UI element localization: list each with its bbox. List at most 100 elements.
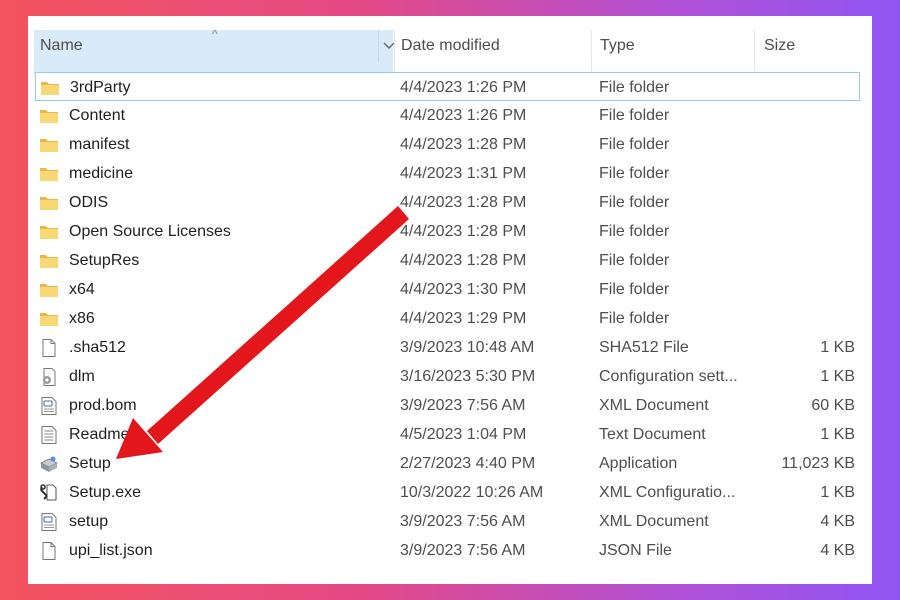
file-name: Content [69, 107, 126, 124]
folder-icon [39, 309, 59, 329]
file-name: SetupRes [69, 252, 140, 269]
file-type: File folder [599, 223, 670, 240]
file-name-cell[interactable]: manifest [39, 130, 129, 159]
file-row[interactable]: Readme 4/5/2023 1:04 PM Text Document 1 KB [28, 420, 872, 449]
column-header-size-label: Size [764, 37, 796, 54]
file-row[interactable]: prod.bom 3/9/2023 7:56 AM XML Document 60 K… [28, 391, 872, 420]
file-date-modified: 4/4/2023 1:29 PM [400, 310, 527, 327]
file-name-cell[interactable]: upi_list.json [39, 536, 153, 565]
file-date-modified: 4/4/2023 1:28 PM [400, 194, 527, 211]
file-size: 1 KB [820, 426, 855, 443]
folder-icon [39, 251, 59, 271]
column-header-type[interactable]: Type [591, 30, 754, 76]
file-row[interactable]: Setup 2/27/2023 4:40 PM Application 11,023 … [28, 449, 872, 478]
file-name-cell[interactable]: x86 [39, 304, 95, 333]
file-type: File folder [599, 194, 670, 211]
file-type: XML Document [599, 397, 709, 414]
file-name-cell[interactable]: ODIS [39, 188, 108, 217]
file-name: x86 [69, 310, 95, 327]
file-row[interactable]: Open Source Licenses 4/4/2023 1:28 PM File… [28, 217, 872, 246]
file-row[interactable]: upi_list.json 3/9/2023 7:56 AM JSON File 4 … [28, 536, 872, 565]
file-name: Setup [69, 455, 111, 472]
column-header-date-modified[interactable]: Date modified [394, 30, 591, 76]
file-name: prod.bom [69, 397, 137, 414]
file-size: 4 KB [820, 542, 855, 559]
column-header-type-label: Type [600, 37, 635, 54]
file-row[interactable]: SetupRes 4/4/2023 1:28 PM File folder [28, 246, 872, 275]
file-row[interactable]: x86 4/4/2023 1:29 PM File folder [28, 304, 872, 333]
folder-icon [40, 78, 60, 98]
file-row[interactable]: Content 4/4/2023 1:26 PM File folder [28, 101, 872, 130]
file-type: JSON File [599, 542, 672, 559]
file-name-cell[interactable]: Content [39, 101, 125, 130]
file-row[interactable]: medicine 4/4/2023 1:31 PM File folder [28, 159, 872, 188]
column-header-name-label: Name [40, 37, 83, 54]
sort-ascending-icon: ^ [212, 27, 218, 41]
file-type: XML Configuratio... [599, 484, 736, 501]
file-date-modified: 3/16/2023 5:30 PM [400, 368, 536, 385]
file-name: Open Source Licenses [69, 223, 231, 240]
file-name-cell[interactable]: medicine [39, 159, 133, 188]
file-name-cell[interactable]: Setup [39, 449, 111, 478]
xml-file-icon [39, 396, 59, 416]
folder-icon [39, 106, 59, 126]
file-name-cell[interactable]: SetupRes [39, 246, 139, 275]
folder-icon [39, 193, 59, 213]
file-name-cell[interactable]: 3rdParty [40, 73, 130, 102]
file-size: 1 KB [820, 368, 855, 385]
file-name-cell[interactable]: prod.bom [39, 391, 137, 420]
file-date-modified: 4/4/2023 1:30 PM [400, 281, 527, 298]
file-row[interactable]: dlm 3/16/2023 5:30 PM Configuration sett..… [28, 362, 872, 391]
file-row[interactable]: Setup.exe 10/3/2022 10:26 AM XML Configura… [28, 478, 872, 507]
file-name-cell[interactable]: dlm [39, 362, 95, 391]
file-row[interactable]: x64 4/4/2023 1:30 PM File folder [28, 275, 872, 304]
file-name: medicine [69, 165, 134, 182]
file-type: File folder [599, 79, 670, 96]
file-type: Configuration sett... [599, 368, 738, 385]
file-date-modified: 4/4/2023 1:31 PM [400, 165, 527, 182]
file-name-cell[interactable]: x64 [39, 275, 95, 304]
file-list: 3rdParty 4/4/2023 1:26 PM File folder Conte… [28, 72, 872, 565]
folder-icon [39, 135, 59, 155]
file-type: File folder [599, 252, 670, 269]
folder-icon [39, 164, 59, 184]
file-name: manifest [69, 136, 130, 153]
file-type: Text Document [599, 426, 706, 443]
file-date-modified: 2/27/2023 4:40 PM [400, 455, 536, 472]
file-name-cell[interactable]: Readme [39, 420, 129, 449]
file-date-modified: 4/4/2023 1:28 PM [400, 223, 527, 240]
file-type: File folder [599, 107, 670, 124]
text-file-icon [39, 425, 59, 445]
file-type: SHA512 File [599, 339, 689, 356]
file-date-modified: 4/4/2023 1:28 PM [400, 252, 527, 269]
column-header-size[interactable]: Size [754, 30, 864, 76]
column-header-date-label: Date modified [401, 37, 500, 54]
file-row[interactable]: setup 3/9/2023 7:56 AM XML Document 4 KB [28, 507, 872, 536]
file-size: 4 KB [820, 513, 855, 530]
file-row[interactable]: ODIS 4/4/2023 1:28 PM File folder [28, 188, 872, 217]
file-name-cell[interactable]: setup [39, 507, 108, 536]
file-name: upi_list.json [69, 542, 153, 559]
file-size: 1 KB [820, 339, 855, 356]
file-name: Readme [69, 426, 130, 443]
file-type: File folder [599, 136, 670, 153]
blank-file-icon [39, 338, 59, 358]
file-row[interactable]: .sha512 3/9/2023 10:48 AM SHA512 File 1 KB [28, 333, 872, 362]
file-date-modified: 4/4/2023 1:26 PM [400, 107, 527, 124]
blank-file-icon [39, 541, 59, 561]
file-name-cell[interactable]: Setup.exe [39, 478, 141, 507]
file-name: Setup.exe [69, 484, 142, 501]
file-size: 1 KB [820, 484, 855, 501]
file-name: setup [69, 513, 109, 530]
column-header-name[interactable]: Name ^ [34, 27, 395, 76]
file-date-modified: 3/9/2023 7:56 AM [400, 513, 526, 530]
xml-file-icon [39, 512, 59, 532]
config-file-icon [39, 367, 59, 387]
file-name: 3rdParty [70, 79, 131, 96]
file-name-cell[interactable]: Open Source Licenses [39, 217, 231, 246]
file-row[interactable]: manifest 4/4/2023 1:28 PM File folder [28, 130, 872, 159]
file-name-cell[interactable]: .sha512 [39, 333, 126, 362]
file-row[interactable]: 3rdParty 4/4/2023 1:26 PM File folder [35, 72, 860, 101]
folder-icon [39, 222, 59, 242]
file-type: XML Document [599, 513, 709, 530]
